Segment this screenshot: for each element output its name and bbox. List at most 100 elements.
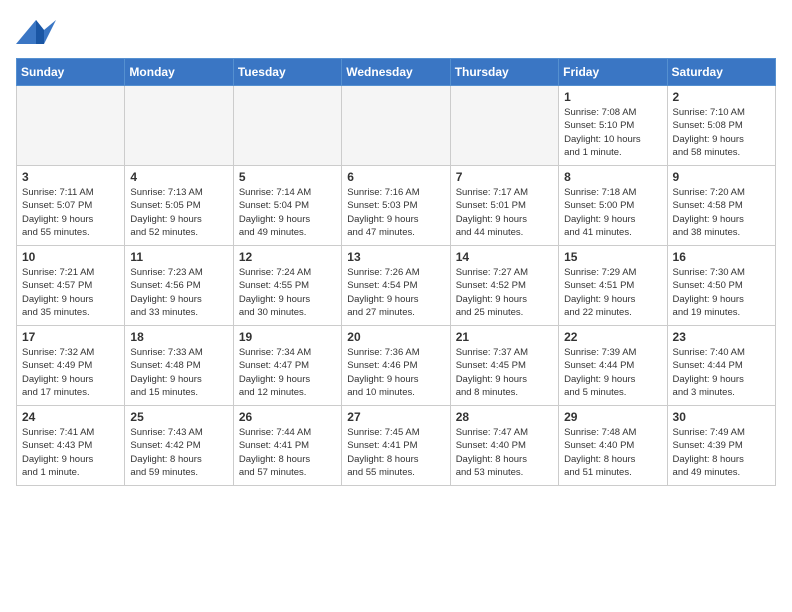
day-number: 28 xyxy=(456,410,553,424)
day-number: 4 xyxy=(130,170,227,184)
day-number: 29 xyxy=(564,410,661,424)
day-number: 16 xyxy=(673,250,770,264)
calendar-cell: 22 Sunrise: 7:39 AM Sunset: 4:44 PM Dayli… xyxy=(559,326,667,406)
day-number: 2 xyxy=(673,90,770,104)
day-info: Sunrise: 7:29 AM Sunset: 4:51 PM Dayligh… xyxy=(564,266,661,319)
calendar-week-5: 24 Sunrise: 7:41 AM Sunset: 4:43 PM Dayli… xyxy=(17,406,776,486)
day-number: 21 xyxy=(456,330,553,344)
day-number: 7 xyxy=(456,170,553,184)
calendar-cell: 5 Sunrise: 7:14 AM Sunset: 5:04 PM Daylig… xyxy=(233,166,341,246)
day-number: 20 xyxy=(347,330,444,344)
weekday-header-saturday: Saturday xyxy=(667,59,775,86)
day-number: 24 xyxy=(22,410,119,424)
day-info: Sunrise: 7:11 AM Sunset: 5:07 PM Dayligh… xyxy=(22,186,119,239)
day-info: Sunrise: 7:13 AM Sunset: 5:05 PM Dayligh… xyxy=(130,186,227,239)
calendar-cell xyxy=(342,86,450,166)
calendar-cell: 6 Sunrise: 7:16 AM Sunset: 5:03 PM Daylig… xyxy=(342,166,450,246)
day-info: Sunrise: 7:20 AM Sunset: 4:58 PM Dayligh… xyxy=(673,186,770,239)
calendar-header: SundayMondayTuesdayWednesdayThursdayFrid… xyxy=(17,59,776,86)
weekday-header-sunday: Sunday xyxy=(17,59,125,86)
calendar-cell: 18 Sunrise: 7:33 AM Sunset: 4:48 PM Dayli… xyxy=(125,326,233,406)
day-info: Sunrise: 7:33 AM Sunset: 4:48 PM Dayligh… xyxy=(130,346,227,399)
calendar-cell: 16 Sunrise: 7:30 AM Sunset: 4:50 PM Dayli… xyxy=(667,246,775,326)
calendar-cell xyxy=(125,86,233,166)
calendar-cell: 1 Sunrise: 7:08 AM Sunset: 5:10 PM Daylig… xyxy=(559,86,667,166)
calendar-cell: 2 Sunrise: 7:10 AM Sunset: 5:08 PM Daylig… xyxy=(667,86,775,166)
calendar-cell: 26 Sunrise: 7:44 AM Sunset: 4:41 PM Dayli… xyxy=(233,406,341,486)
calendar-cell: 30 Sunrise: 7:49 AM Sunset: 4:39 PM Dayli… xyxy=(667,406,775,486)
day-number: 18 xyxy=(130,330,227,344)
calendar-cell: 20Sunrise: 7:36 AM Sunset: 4:46 PM Dayli… xyxy=(342,326,450,406)
day-number: 30 xyxy=(673,410,770,424)
calendar-week-4: 17 Sunrise: 7:32 AM Sunset: 4:49 PM Dayli… xyxy=(17,326,776,406)
day-number: 14 xyxy=(456,250,553,264)
day-info: Sunrise: 7:16 AM Sunset: 5:03 PM Dayligh… xyxy=(347,186,444,239)
day-info: Sunrise: 7:47 AM Sunset: 4:40 PM Dayligh… xyxy=(456,426,553,479)
day-info: Sunrise: 7:44 AM Sunset: 4:41 PM Dayligh… xyxy=(239,426,336,479)
calendar-cell: 13 Sunrise: 7:26 AM Sunset: 4:54 PM Dayli… xyxy=(342,246,450,326)
day-info: Sunrise: 7:41 AM Sunset: 4:43 PM Dayligh… xyxy=(22,426,119,479)
weekday-header-tuesday: Tuesday xyxy=(233,59,341,86)
day-info: Sunrise: 7:23 AM Sunset: 4:56 PM Dayligh… xyxy=(130,266,227,319)
day-info: Sunrise: 7:14 AM Sunset: 5:04 PM Dayligh… xyxy=(239,186,336,239)
calendar-week-3: 10 Sunrise: 7:21 AM Sunset: 4:57 PM Dayli… xyxy=(17,246,776,326)
day-number: 9 xyxy=(673,170,770,184)
calendar-cell: 3 Sunrise: 7:11 AM Sunset: 5:07 PM Daylig… xyxy=(17,166,125,246)
day-number: 5 xyxy=(239,170,336,184)
calendar-cell: 11 Sunrise: 7:23 AM Sunset: 4:56 PM Dayli… xyxy=(125,246,233,326)
calendar-cell: 12 Sunrise: 7:24 AM Sunset: 4:55 PM Dayli… xyxy=(233,246,341,326)
day-info: Sunrise: 7:08 AM Sunset: 5:10 PM Dayligh… xyxy=(564,106,661,159)
day-number: 22 xyxy=(564,330,661,344)
calendar-cell: 10 Sunrise: 7:21 AM Sunset: 4:57 PM Dayli… xyxy=(17,246,125,326)
day-info: Sunrise: 7:43 AM Sunset: 4:42 PM Dayligh… xyxy=(130,426,227,479)
weekday-header-monday: Monday xyxy=(125,59,233,86)
day-number: 12 xyxy=(239,250,336,264)
weekday-header-wednesday: Wednesday xyxy=(342,59,450,86)
calendar-cell: 27Sunrise: 7:45 AM Sunset: 4:41 PM Dayli… xyxy=(342,406,450,486)
day-info: Sunrise: 7:40 AM Sunset: 4:44 PM Dayligh… xyxy=(673,346,770,399)
day-number: 1 xyxy=(564,90,661,104)
calendar-cell: 23 Sunrise: 7:40 AM Sunset: 4:44 PM Dayli… xyxy=(667,326,775,406)
day-number: 19 xyxy=(239,330,336,344)
day-info: Sunrise: 7:48 AM Sunset: 4:40 PM Dayligh… xyxy=(564,426,661,479)
day-info: Sunrise: 7:37 AM Sunset: 4:45 PM Dayligh… xyxy=(456,346,553,399)
logo xyxy=(16,16,62,50)
calendar-cell: 9 Sunrise: 7:20 AM Sunset: 4:58 PM Daylig… xyxy=(667,166,775,246)
day-info: Sunrise: 7:21 AM Sunset: 4:57 PM Dayligh… xyxy=(22,266,119,319)
weekday-header-thursday: Thursday xyxy=(450,59,558,86)
day-number: 11 xyxy=(130,250,227,264)
day-info: Sunrise: 7:30 AM Sunset: 4:50 PM Dayligh… xyxy=(673,266,770,319)
calendar-cell: 28 Sunrise: 7:47 AM Sunset: 4:40 PM Dayli… xyxy=(450,406,558,486)
logo-icon xyxy=(16,16,56,50)
day-number: 13 xyxy=(347,250,444,264)
day-info: Sunrise: 7:39 AM Sunset: 4:44 PM Dayligh… xyxy=(564,346,661,399)
day-info: Sunrise: 7:27 AM Sunset: 4:52 PM Dayligh… xyxy=(456,266,553,319)
day-number: 8 xyxy=(564,170,661,184)
weekday-header-row: SundayMondayTuesdayWednesdayThursdayFrid… xyxy=(17,59,776,86)
calendar-cell: 25 Sunrise: 7:43 AM Sunset: 4:42 PM Dayli… xyxy=(125,406,233,486)
day-info: Sunrise: 7:18 AM Sunset: 5:00 PM Dayligh… xyxy=(564,186,661,239)
calendar-body: 1 Sunrise: 7:08 AM Sunset: 5:10 PM Daylig… xyxy=(17,86,776,486)
day-number: 27 xyxy=(347,410,444,424)
day-info: Sunrise: 7:10 AM Sunset: 5:08 PM Dayligh… xyxy=(673,106,770,159)
day-number: 3 xyxy=(22,170,119,184)
calendar-cell: 19 Sunrise: 7:34 AM Sunset: 4:47 PM Dayli… xyxy=(233,326,341,406)
day-number: 25 xyxy=(130,410,227,424)
day-info: Sunrise: 7:17 AM Sunset: 5:01 PM Dayligh… xyxy=(456,186,553,239)
calendar-cell: 15Sunrise: 7:29 AM Sunset: 4:51 PM Dayli… xyxy=(559,246,667,326)
day-info: Sunrise: 7:34 AM Sunset: 4:47 PM Dayligh… xyxy=(239,346,336,399)
day-number: 23 xyxy=(673,330,770,344)
day-number: 26 xyxy=(239,410,336,424)
day-number: 10 xyxy=(22,250,119,264)
calendar-cell xyxy=(17,86,125,166)
day-info: Sunrise: 7:32 AM Sunset: 4:49 PM Dayligh… xyxy=(22,346,119,399)
weekday-header-friday: Friday xyxy=(559,59,667,86)
day-number: 6 xyxy=(347,170,444,184)
day-info: Sunrise: 7:26 AM Sunset: 4:54 PM Dayligh… xyxy=(347,266,444,319)
day-info: Sunrise: 7:24 AM Sunset: 4:55 PM Dayligh… xyxy=(239,266,336,319)
day-info: Sunrise: 7:49 AM Sunset: 4:39 PM Dayligh… xyxy=(673,426,770,479)
calendar-cell: 21 Sunrise: 7:37 AM Sunset: 4:45 PM Dayli… xyxy=(450,326,558,406)
calendar-table: SundayMondayTuesdayWednesdayThursdayFrid… xyxy=(16,58,776,486)
day-number: 17 xyxy=(22,330,119,344)
page-header xyxy=(16,16,776,50)
